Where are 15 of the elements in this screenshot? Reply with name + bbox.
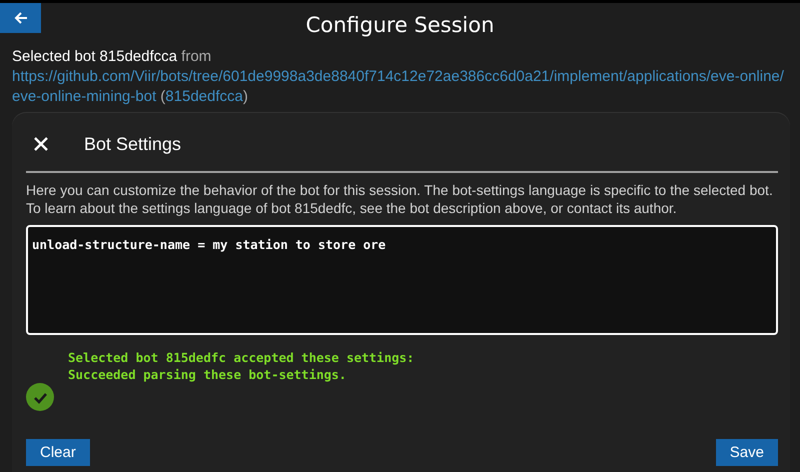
left-arrow-icon [12, 10, 28, 26]
check-circle-icon [26, 383, 54, 411]
description-text: Here you can customize the behavior of the bot for this session. The bot-settings language is specific to the selected bot. To learn about the settings language of bot 815dedfc, see the bot description above, or contact its author. [26, 181, 774, 217]
status-message: Succeeded parsing these bot-settings. [68, 366, 348, 383]
page-title: Configure Session [306, 13, 494, 37]
close-icon [34, 137, 48, 151]
back-button[interactable] [0, 3, 41, 33]
settings-field[interactable]: unload-structure-name = my station to store ore [26, 225, 778, 335]
selected-bot-text: Selected bot 815dedfcca [12, 48, 178, 65]
dialog-title: Bot Settings [84, 134, 182, 154]
save-button[interactable]: Save [716, 439, 778, 466]
bot-source-link[interactable]: https://github.com/Viir/bots/tree/601de9998a3de8840f714c12e72ae386cc6d0a21/implement/applications/eve-online/eve-online-mining-bot (815dedfcca) [12, 67, 788, 107]
clear-button[interactable]: Clear [26, 439, 90, 466]
status-message: Selected bot 815dedfc accepted these settings: [68, 349, 414, 366]
from-text: from [181, 48, 212, 65]
